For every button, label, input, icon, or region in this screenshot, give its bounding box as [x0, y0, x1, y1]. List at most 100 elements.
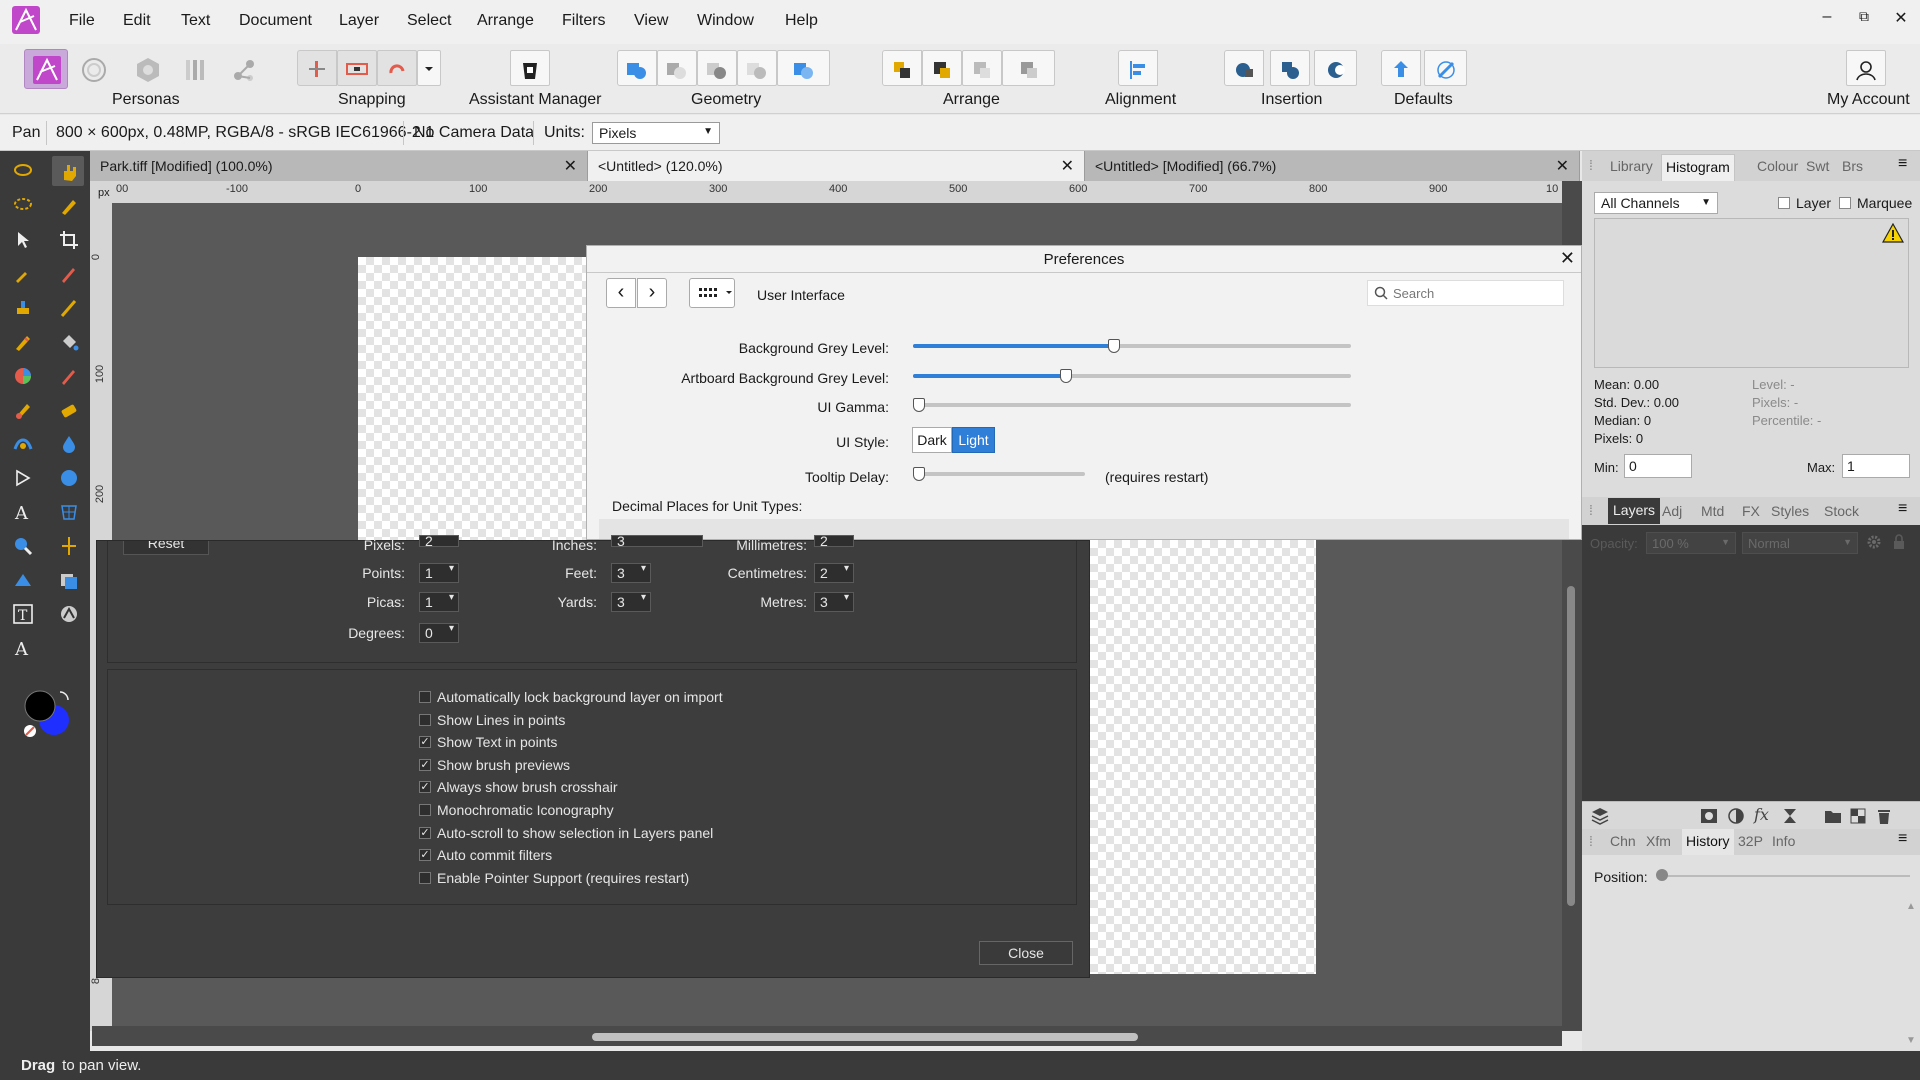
tab-transform[interactable]: Xfm [1646, 833, 1671, 849]
tab-32bit-preview[interactable]: 32P [1738, 833, 1763, 849]
bg-grey-slider-knob[interactable] [1108, 339, 1120, 353]
scroll-up-icon[interactable]: ▲ [1906, 901, 1916, 912]
pixel-brush-tool-icon[interactable] [54, 361, 84, 391]
geometry-xor-button[interactable] [737, 50, 777, 86]
insert-inside-button[interactable] [1314, 50, 1357, 86]
delete-layer-trash-icon[interactable] [1876, 807, 1892, 825]
arrange-forward-button[interactable] [882, 50, 922, 86]
tab-styles[interactable]: Styles [1771, 503, 1809, 519]
close-dialog-icon[interactable]: ✕ [1560, 248, 1575, 269]
freehand-selection-tool-icon[interactable] [8, 191, 38, 221]
eraser-tool-icon[interactable] [54, 395, 84, 425]
forward-button[interactable]: › [637, 278, 667, 308]
lock-icon[interactable] [1892, 534, 1906, 550]
ui-style-light-button[interactable]: Light [952, 427, 995, 453]
sync-defaults-button[interactable] [1381, 50, 1421, 86]
picas-select[interactable]: 1 ▾ [419, 592, 459, 612]
option-checkbox[interactable] [419, 872, 431, 884]
insert-top-button[interactable] [1270, 50, 1310, 86]
menu-edit[interactable]: Edit [123, 12, 151, 30]
fx-icon[interactable]: fx [1754, 805, 1769, 824]
tab-brushes[interactable]: Brs [1842, 158, 1863, 174]
scrollbar-thumb[interactable] [592, 1033, 1138, 1041]
ui-style-dark-button[interactable]: Dark [912, 427, 952, 453]
tab-methods[interactable]: Mtd [1701, 503, 1724, 519]
option-checkbox[interactable] [419, 691, 431, 703]
menu-layer[interactable]: Layer [339, 12, 379, 30]
option-checkbox[interactable] [419, 714, 431, 726]
centimetres-select[interactable]: 2 ▾ [814, 563, 854, 583]
place-image-tool-icon[interactable] [54, 565, 84, 595]
menu-arrange[interactable]: Arrange [477, 12, 534, 30]
tab-library[interactable]: Library [1610, 158, 1653, 174]
scrollbar-thumb[interactable] [1567, 586, 1575, 906]
degrees-select[interactable]: 0 ▾ [419, 623, 459, 643]
channels-select[interactable]: All Channels ▼ [1594, 192, 1718, 214]
tab-histogram[interactable]: Histogram [1661, 154, 1735, 181]
tab-channels[interactable]: Chn [1610, 833, 1636, 849]
geometry-intersect-button[interactable] [697, 50, 737, 86]
millimetres-select[interactable]: 2 [814, 535, 854, 547]
zoom-tool-icon[interactable] [8, 531, 38, 561]
minimize-button[interactable]: – [1817, 8, 1837, 26]
live-filter-icon[interactable] [1782, 808, 1798, 824]
arrange-front-button[interactable] [922, 50, 962, 86]
marquee-checkbox[interactable] [1839, 197, 1851, 209]
group-folder-icon[interactable] [1824, 808, 1842, 824]
close-tab-icon[interactable]: ✕ [564, 156, 577, 176]
snapping-toggle-button[interactable] [297, 50, 337, 86]
show-all-button[interactable] [689, 278, 735, 308]
tab-colour[interactable]: Colour [1757, 158, 1798, 174]
move-tool-icon[interactable] [8, 225, 38, 255]
mask-layer-icon[interactable] [1700, 808, 1718, 824]
paint-brush-tool-icon[interactable] [54, 259, 84, 289]
force-pixel-alignment-button[interactable] [377, 50, 417, 86]
horizontal-scrollbar[interactable] [92, 1026, 1562, 1046]
smudge-tool-icon[interactable] [8, 395, 38, 425]
text-tool-icon[interactable]: A [8, 633, 38, 663]
frame-text-tool-icon[interactable] [8, 565, 38, 595]
document-tab[interactable]: Park.tiff [Modified] (100.0%) ✕ [90, 151, 588, 181]
pen-tool-icon[interactable] [8, 463, 38, 493]
menu-filters[interactable]: Filters [562, 12, 606, 30]
panel-menu-icon[interactable]: ≡ [1898, 155, 1907, 173]
selection-brush-tool-icon[interactable] [54, 191, 84, 221]
back-button[interactable]: ‹ [606, 278, 636, 308]
option-checkbox[interactable]: ✓ [419, 827, 431, 839]
document-tab[interactable]: <Untitled> [Modified] (66.7%) ✕ [1085, 151, 1580, 181]
dodge-brush-tool-icon[interactable] [54, 293, 84, 323]
ui-gamma-slider-knob[interactable] [913, 398, 925, 412]
artistic-text-tool-icon[interactable]: A [8, 497, 38, 527]
assistant-manager-button[interactable] [510, 50, 550, 86]
clone-brush-tool-icon[interactable] [8, 293, 38, 323]
arrange-backward-button[interactable] [1002, 50, 1055, 86]
menu-text[interactable]: Text [181, 12, 210, 30]
layers-stack-icon[interactable] [1590, 806, 1610, 826]
lasso-tool-icon[interactable] [8, 157, 38, 187]
history-position-slider[interactable] [1660, 875, 1910, 877]
ellipse-tool-icon[interactable] [54, 463, 84, 493]
points-select[interactable]: 1 ▾ [419, 563, 459, 583]
alignment-button[interactable] [1118, 50, 1158, 86]
opacity-input[interactable]: 100 % ▼ [1646, 532, 1736, 554]
export-persona-icon[interactable] [230, 56, 258, 84]
document-canvas[interactable] [1090, 540, 1316, 974]
layer-options-gear-icon[interactable] [1866, 534, 1882, 550]
feet-select[interactable]: 3 ▾ [611, 563, 651, 583]
menu-window[interactable]: Window [697, 12, 754, 30]
crop-tool-icon[interactable] [54, 225, 84, 255]
panel-menu-icon[interactable]: ≡ [1898, 500, 1907, 518]
search-field[interactable]: Search [1367, 280, 1564, 306]
menu-help[interactable]: Help [785, 12, 818, 30]
pixels-select[interactable]: 2 [419, 535, 459, 547]
red-eye-tool-icon[interactable] [8, 429, 38, 459]
snapping-options-button[interactable] [337, 50, 377, 86]
layer-checkbox[interactable] [1778, 197, 1790, 209]
close-tab-icon[interactable]: ✕ [1061, 156, 1074, 176]
scroll-down-icon[interactable]: ▼ [1906, 1035, 1916, 1046]
arrange-back-button[interactable] [962, 50, 1002, 86]
color-swatches[interactable] [20, 686, 76, 742]
reset-button[interactable]: Reset [123, 541, 209, 555]
tooltip-delay-slider-knob[interactable] [913, 467, 925, 481]
flood-fill-tool-icon[interactable] [54, 327, 84, 357]
